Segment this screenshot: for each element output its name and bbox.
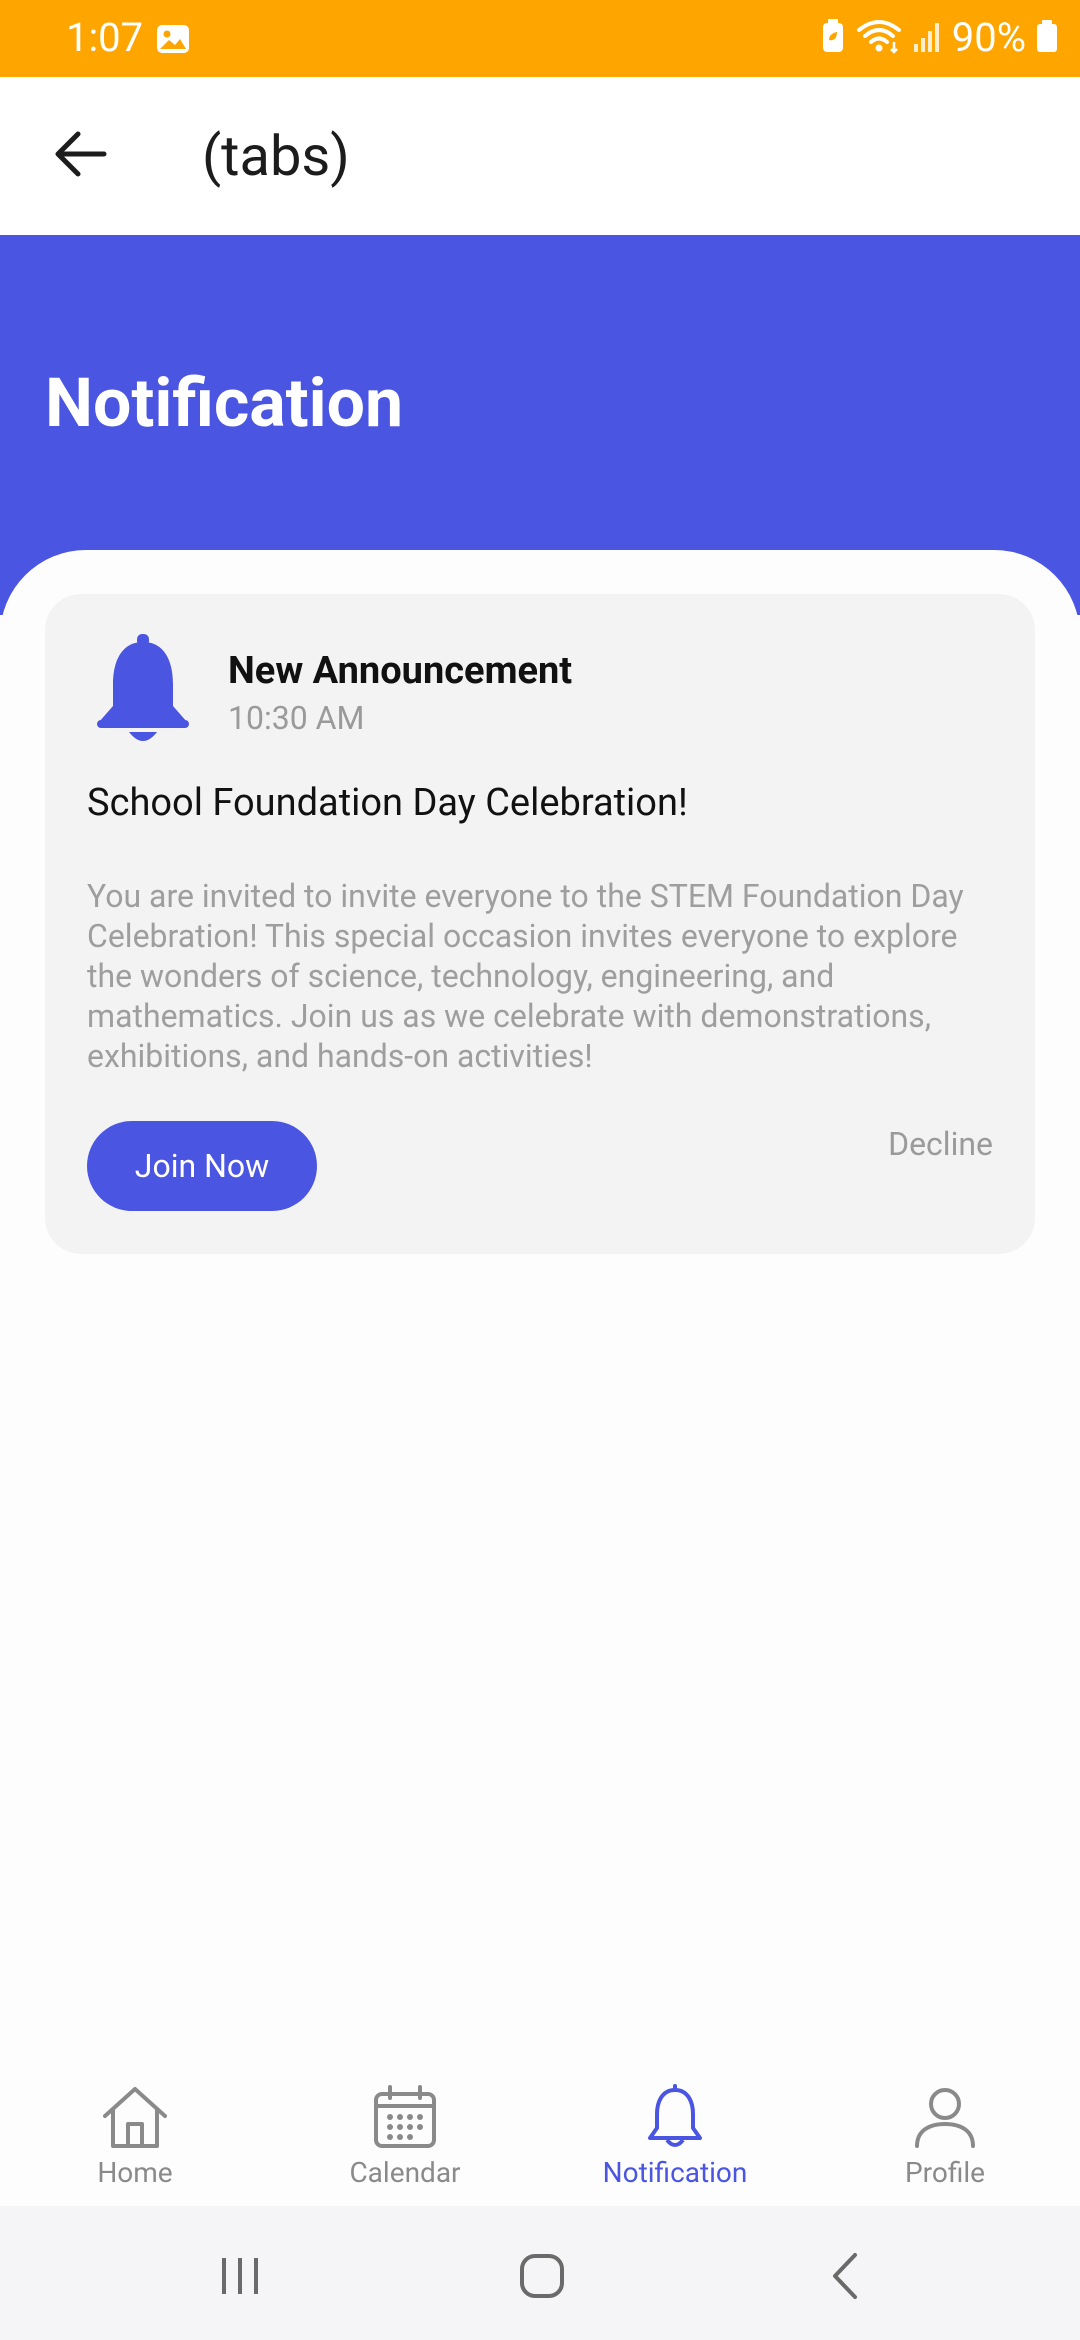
app-bar: (tabs) [0, 77, 1080, 235]
tab-calendar-label: Calendar [349, 2156, 461, 2189]
system-home-button[interactable] [497, 2248, 587, 2308]
profile-icon [908, 2082, 982, 2152]
home-icon [98, 2082, 172, 2152]
battery-saver-icon [820, 18, 846, 58]
notification-title: New Announcement [228, 649, 573, 693]
back-button[interactable] [40, 121, 120, 191]
status-bar: 1:07 90% [0, 0, 1080, 77]
hero-title: Notification [45, 363, 404, 443]
battery-icon [1036, 18, 1058, 58]
tab-profile-label: Profile [904, 2156, 986, 2189]
back-chevron-icon [825, 2251, 865, 2305]
wifi-icon [856, 18, 902, 58]
bell-icon [93, 634, 193, 750]
recent-apps-icon [216, 2254, 264, 2302]
notification-card[interactable]: New Announcement 10:30 AM School Foundat… [45, 594, 1035, 1254]
notification-time: 10:30 AM [228, 699, 365, 737]
tab-calendar[interactable]: Calendar [305, 2082, 505, 2202]
tab-notification[interactable]: Notification [575, 2082, 775, 2202]
tab-home-label: Home [97, 2156, 173, 2189]
notification-body: You are invited to invite everyone to th… [87, 877, 964, 1075]
calendar-icon [368, 2082, 442, 2152]
page-title: (tabs) [202, 123, 350, 189]
status-icons: 90% [820, 14, 1058, 62]
signal-icon [912, 18, 942, 58]
decline-button[interactable]: Decline [888, 1124, 993, 1164]
gallery-icon [156, 24, 190, 54]
system-back-button[interactable] [800, 2248, 890, 2308]
battery-percent: 90% [951, 14, 1026, 61]
tab-home[interactable]: Home [35, 2082, 235, 2202]
home-circle-icon [518, 2252, 566, 2304]
notification-headline: School Foundation Day Celebration! [87, 781, 688, 825]
tab-notification-label: Notification [602, 2156, 748, 2189]
system-nav-bar [0, 2206, 1080, 2340]
arrow-left-icon [52, 129, 108, 183]
bell-icon [638, 2082, 712, 2152]
bottom-tab-bar: Home Calendar Notification Profile [0, 2060, 1080, 2206]
join-now-button[interactable]: Join Now [87, 1121, 317, 1211]
recent-apps-button[interactable] [195, 2248, 285, 2308]
status-time: 1:07 [66, 14, 144, 61]
tab-profile[interactable]: Profile [845, 2082, 1045, 2202]
